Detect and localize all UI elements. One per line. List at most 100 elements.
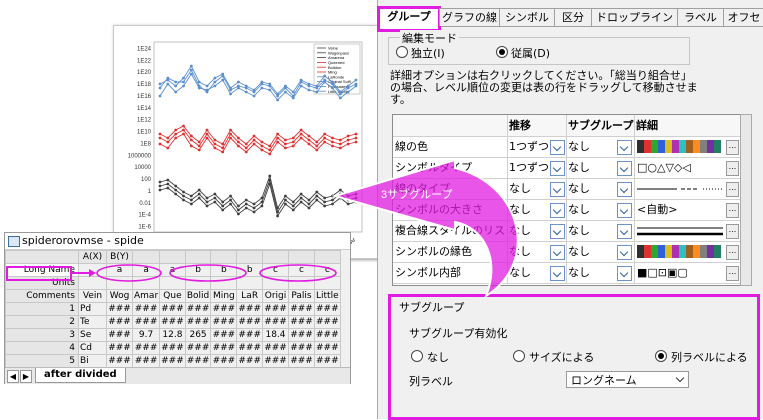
cell[interactable]: ### <box>106 302 133 316</box>
cell[interactable]: 265 <box>184 328 212 342</box>
cell[interactable]: ### <box>314 302 341 316</box>
long-name-cell[interactable]: b <box>236 263 264 277</box>
cell[interactable]: ### <box>131 354 161 368</box>
cell[interactable]: ### <box>210 354 238 368</box>
tab-symbol[interactable]: シンボル <box>499 8 555 26</box>
cell[interactable]: ### <box>210 328 238 342</box>
cell[interactable]: ### <box>262 341 290 355</box>
chevron-down-icon[interactable] <box>617 266 632 281</box>
cell[interactable]: ### <box>210 315 238 329</box>
chevron-down-icon[interactable] <box>550 140 565 155</box>
table-row[interactable]: 線の色 1つずつ なし... <box>393 136 741 158</box>
worksheet-grid[interactable]: A(X) B(Y) Long Name a a a b b b c c c Un… <box>5 250 341 368</box>
row-number[interactable]: 1 <box>5 302 79 316</box>
cell[interactable]: ### <box>210 302 238 316</box>
long-name-cell[interactable]: c <box>288 263 316 277</box>
chevron-down-icon[interactable] <box>550 161 565 176</box>
long-name-cell[interactable]: c <box>262 263 290 277</box>
cell[interactable]: Te <box>78 315 107 329</box>
tab-offset[interactable]: オフセ <box>723 8 763 26</box>
worksheet-window[interactable]: spiderorovmse - spide A(X) B(Y) Long Nam… <box>4 232 351 384</box>
row-number[interactable]: 5 <box>5 354 79 368</box>
cell[interactable]: ### <box>236 328 264 342</box>
tab-segment[interactable]: 区分 <box>554 8 592 26</box>
cell[interactable]: ### <box>106 315 133 329</box>
cell[interactable]: ### <box>210 341 238 355</box>
table-row[interactable]: シンボルの大きさ なし なし <自動>... <box>393 199 741 221</box>
radio-dependent[interactable] <box>496 46 508 58</box>
chevron-down-icon[interactable] <box>550 224 565 239</box>
comment-cell[interactable]: Wog <box>106 289 133 303</box>
cell[interactable]: ### <box>184 354 212 368</box>
chevron-down-icon[interactable] <box>617 182 632 197</box>
comment-cell[interactable]: Bolid <box>184 289 212 303</box>
chevron-down-icon[interactable] <box>550 182 565 197</box>
prev-sheet-icon[interactable]: ◀ <box>7 370 19 383</box>
chevron-down-icon[interactable] <box>617 224 632 239</box>
more-options-button[interactable]: ... <box>726 203 739 218</box>
radio-independent[interactable] <box>396 46 408 58</box>
cell[interactable]: ### <box>314 315 341 329</box>
chevron-down-icon[interactable] <box>550 266 565 281</box>
cell[interactable]: ### <box>131 315 161 329</box>
comment-cell[interactable]: Vein <box>78 289 107 303</box>
cell[interactable]: ### <box>131 302 161 316</box>
cell[interactable]: ### <box>314 328 341 342</box>
cell[interactable]: ### <box>106 328 133 342</box>
long-name-cell[interactable]: b <box>210 263 238 277</box>
cell[interactable]: ### <box>159 341 186 355</box>
cell[interactable]: 12.8 <box>159 328 186 342</box>
row-number[interactable]: 2 <box>5 315 79 329</box>
comment-cell[interactable]: Amar <box>131 289 161 303</box>
row-number[interactable]: 3 <box>5 328 79 342</box>
comment-cell[interactable]: Que <box>159 289 186 303</box>
cell[interactable]: ### <box>159 315 186 329</box>
more-options-button[interactable]: ... <box>726 266 739 281</box>
chevron-down-icon[interactable] <box>617 140 632 155</box>
column-label-combo[interactable]: ロングネーム <box>566 371 689 388</box>
long-name-cell[interactable]: a <box>131 263 161 277</box>
radio-subgroup-none[interactable] <box>411 350 423 362</box>
cell[interactable]: ### <box>288 302 316 316</box>
cell[interactable]: Cd <box>78 341 107 355</box>
cell[interactable]: ### <box>288 315 316 329</box>
cell[interactable]: ### <box>184 341 212 355</box>
long-name-cell[interactable]: a <box>159 263 186 277</box>
cell[interactable]: ### <box>288 354 316 368</box>
cell[interactable]: ### <box>106 341 133 355</box>
more-options-button[interactable]: ... <box>726 182 739 197</box>
chevron-down-icon[interactable] <box>617 245 632 260</box>
comment-cell[interactable]: LaR <box>236 289 264 303</box>
cell[interactable]: ### <box>288 341 316 355</box>
cell[interactable]: ### <box>314 341 341 355</box>
radio-subgroup-size[interactable] <box>513 350 525 362</box>
long-name-cell[interactable]: b <box>184 263 212 277</box>
long-name-cell[interactable]: a <box>106 263 133 277</box>
cell[interactable]: ### <box>262 354 290 368</box>
tab-graph-line[interactable]: グラフの線 <box>439 8 500 26</box>
table-row[interactable]: シンボルタイプ 1つずつ なし □○△▽◇◁... <box>393 157 741 179</box>
column-header-a[interactable]: A(X) <box>78 250 107 264</box>
cell[interactable]: 9.7 <box>131 328 161 342</box>
column-header-b[interactable]: B(Y) <box>106 250 133 264</box>
tab-drop-line[interactable]: ドロップライン <box>591 8 678 26</box>
chevron-down-icon[interactable] <box>617 203 632 218</box>
radio-subgroup-column-label[interactable] <box>655 350 667 362</box>
chevron-down-icon[interactable] <box>617 161 632 176</box>
cell[interactable]: Se <box>78 328 107 342</box>
table-scrollbar[interactable] <box>740 114 752 286</box>
worksheet-titlebar[interactable]: spiderorovmse - spide <box>5 233 350 250</box>
group-property-table[interactable]: 推移 サブグループ 詳細 線の色 1つずつ なし... シンボルタイプ 1つずつ なし □○… <box>392 114 742 286</box>
comment-cell[interactable]: Palis <box>288 289 316 303</box>
sheet-tab[interactable]: after divided <box>35 368 126 383</box>
table-row[interactable]: 複合線スタイルのリスト なし なし... <box>393 220 741 242</box>
graph-window[interactable]: 1E24 1E22 1E20 1E18 1E16 1E14 1E12 1E10 1E8 10000… <box>113 25 383 259</box>
cell[interactable]: ### <box>262 302 290 316</box>
cell[interactable]: ### <box>106 354 133 368</box>
cell[interactable]: ### <box>159 302 186 316</box>
cell[interactable]: ### <box>236 354 264 368</box>
more-options-button[interactable]: ... <box>726 224 739 239</box>
comment-cell[interactable]: Ming <box>210 289 238 303</box>
chevron-down-icon[interactable] <box>550 203 565 218</box>
table-row[interactable]: 線のタイプ なし なし... <box>393 178 741 200</box>
